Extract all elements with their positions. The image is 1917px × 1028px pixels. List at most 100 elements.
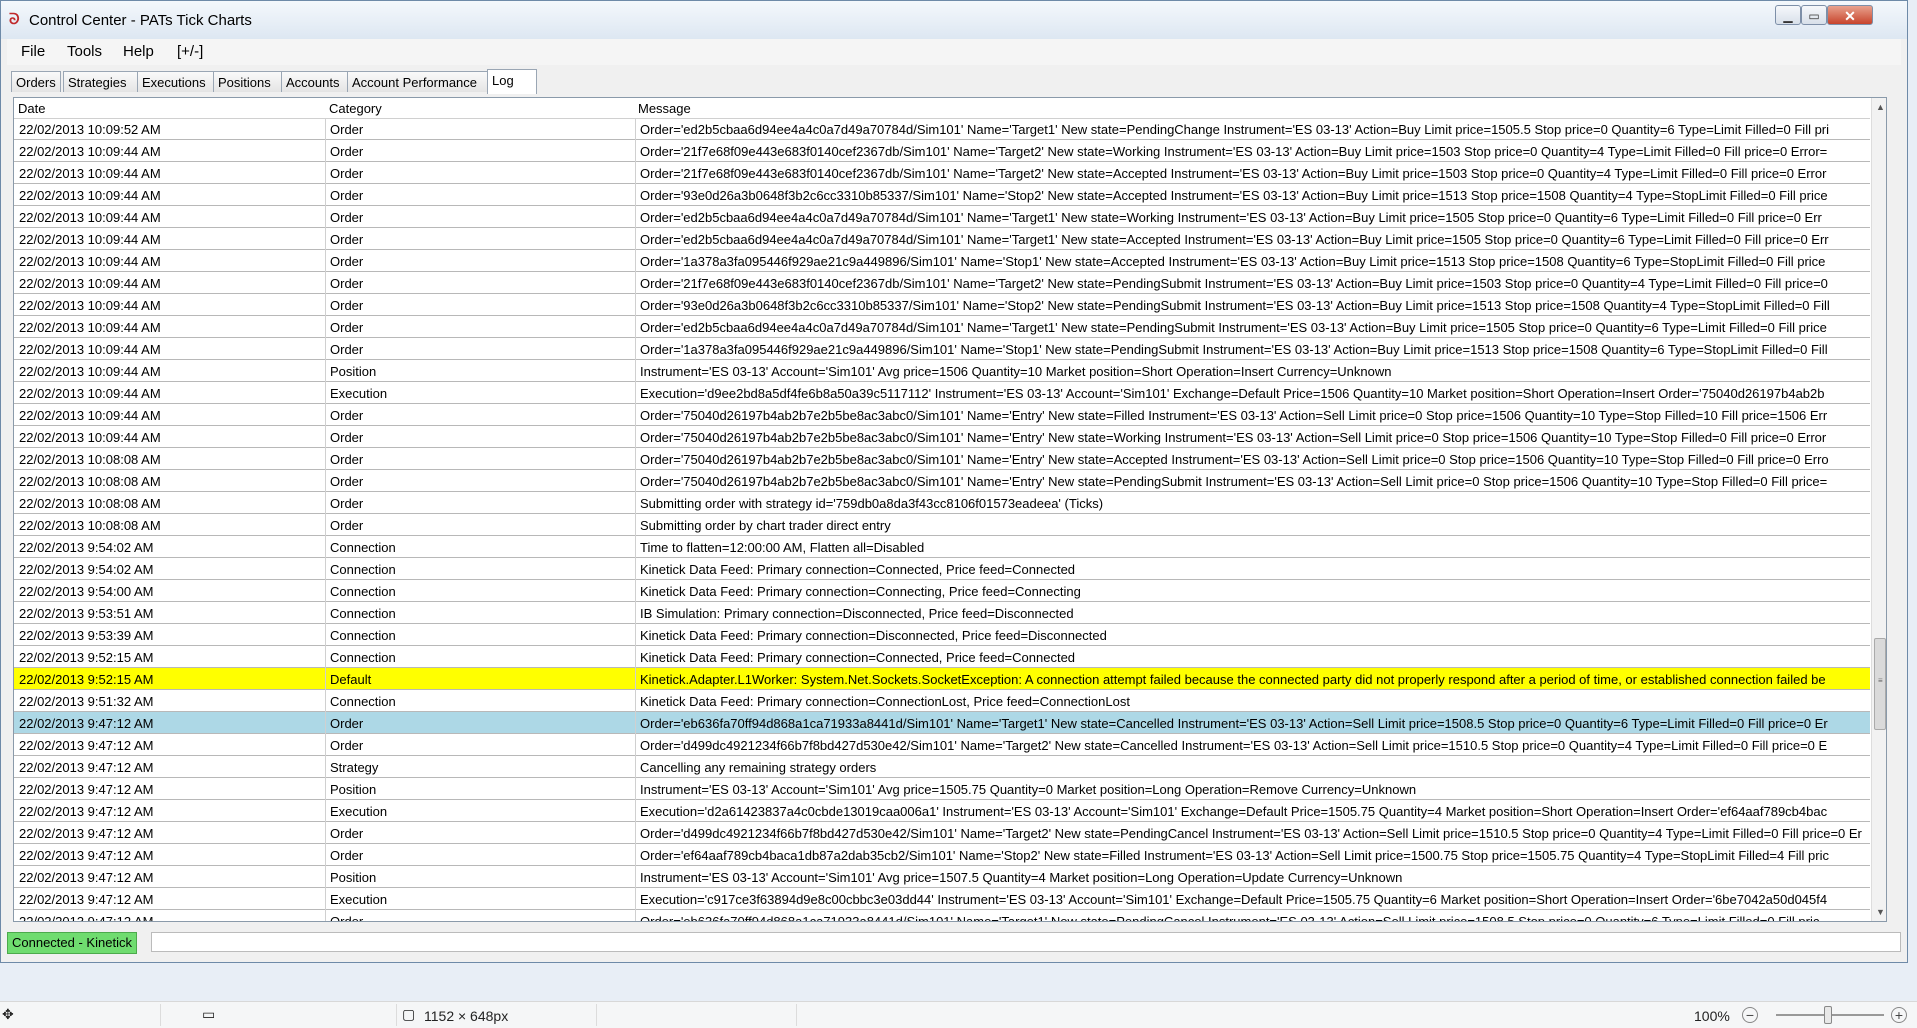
- menu-expand[interactable]: [+/-]: [177, 43, 203, 60]
- log-date: 22/02/2013 9:52:15 AM: [19, 672, 154, 687]
- log-row[interactable]: 22/02/2013 9:54:00 AM Connection Kinetick …: [14, 580, 1870, 602]
- menu-file[interactable]: File: [21, 43, 45, 60]
- log-date: 22/02/2013 9:54:02 AM: [19, 562, 154, 577]
- scroll-up-icon[interactable]: ▲: [1876, 102, 1885, 112]
- log-row[interactable]: 22/02/2013 10:09:44 AM Order Order='93e0d2…: [14, 294, 1870, 316]
- log-date: 22/02/2013 10:09:44 AM: [19, 188, 161, 203]
- log-row[interactable]: 22/02/2013 10:09:44 AM Order Order='21f7e6…: [14, 162, 1870, 184]
- log-category: Strategy: [330, 760, 379, 775]
- scroll-down-icon[interactable]: ▼: [1876, 907, 1885, 917]
- log-category: Execution: [330, 386, 388, 401]
- log-row[interactable]: 22/02/2013 9:47:12 AM Strategy Cancelling …: [14, 756, 1870, 778]
- column-header-date[interactable]: Date: [18, 101, 45, 116]
- log-row[interactable]: 22/02/2013 9:47:12 AM Order Order='eb636fa…: [14, 712, 1870, 734]
- log-row[interactable]: 22/02/2013 9:47:12 AM Execution Execution=…: [14, 800, 1870, 822]
- log-category: Execution: [330, 804, 388, 819]
- log-row[interactable]: 22/02/2013 9:47:12 AM Order Order='ef64aaf…: [14, 844, 1870, 866]
- log-row[interactable]: 22/02/2013 10:09:44 AM Order Order='21f7e6…: [14, 272, 1870, 294]
- log-row[interactable]: 22/02/2013 10:09:44 AM Order Order='ed2b5c…: [14, 206, 1870, 228]
- log-row[interactable]: 22/02/2013 9:47:12 AM Order Order='d499dc4…: [14, 734, 1870, 756]
- log-date: 22/02/2013 10:09:44 AM: [19, 144, 161, 159]
- log-category: Order: [330, 474, 364, 489]
- log-row[interactable]: 22/02/2013 10:09:44 AM Position Instrument…: [14, 360, 1870, 382]
- log-message: Order='75040d26197b4ab2b7e2b5be8ac3abc0/…: [640, 452, 1829, 467]
- log-category: Order: [330, 342, 364, 357]
- log-row[interactable]: 22/02/2013 9:47:12 AM Order Order='eb636fa…: [14, 910, 1870, 921]
- log-row[interactable]: 22/02/2013 9:53:51 AM Connection IB Simula…: [14, 602, 1870, 624]
- log-row[interactable]: 22/02/2013 9:47:12 AM Position Instrument=…: [14, 778, 1870, 800]
- maximize-button[interactable]: ▭: [1801, 5, 1827, 25]
- minimize-button[interactable]: ▁: [1775, 5, 1801, 25]
- log-date: 22/02/2013 10:08:08 AM: [19, 474, 161, 489]
- log-row[interactable]: 22/02/2013 10:09:44 AM Order Order='75040d…: [14, 426, 1870, 448]
- log-message: Execution='d2a61423837a4c0cbde13019caa00…: [640, 804, 1828, 819]
- title-bar[interactable]: ᘐ Control Center - PATs Tick Charts ▁ ▭ …: [1, 1, 1907, 39]
- zoom-in-icon[interactable]: +: [1891, 1007, 1907, 1023]
- log-date: 22/02/2013 10:08:08 AM: [19, 518, 161, 533]
- log-row[interactable]: 22/02/2013 10:09:44 AM Order Order='75040d…: [14, 404, 1870, 426]
- log-date: 22/02/2013 10:09:44 AM: [19, 364, 161, 379]
- zoom-slider-thumb[interactable]: [1824, 1006, 1832, 1024]
- log-row[interactable]: 22/02/2013 9:54:02 AM Connection Time to f…: [14, 536, 1870, 558]
- log-date: 22/02/2013 9:53:39 AM: [19, 628, 154, 643]
- log-category: Order: [330, 430, 364, 445]
- tab-accounts[interactable]: Accounts: [281, 71, 349, 92]
- log-row[interactable]: 22/02/2013 10:09:52 AM Order Order='ed2b5c…: [14, 118, 1870, 140]
- log-category: Order: [330, 496, 364, 511]
- log-row[interactable]: 22/02/2013 10:08:08 AM Order Submitting or…: [14, 514, 1870, 536]
- tab-strategies[interactable]: Strategies: [63, 71, 145, 92]
- log-message: Order='21f7e68f09e443e683f0140cef2367db/…: [640, 166, 1827, 181]
- log-row[interactable]: 22/02/2013 10:09:44 AM Order Order='1a378a…: [14, 250, 1870, 272]
- log-row[interactable]: 22/02/2013 10:09:44 AM Order Order='1a378a…: [14, 338, 1870, 360]
- log-row[interactable]: 22/02/2013 9:53:39 AM Connection Kinetick …: [14, 624, 1870, 646]
- tab-executions[interactable]: Executions: [137, 71, 223, 92]
- log-row[interactable]: 22/02/2013 10:08:08 AM Order Order='75040d…: [14, 470, 1870, 492]
- log-message: Order='1a378a3fa095446f929ae21c9a449896/…: [640, 342, 1828, 357]
- log-message: Order='93e0d26a3b0648f3b2c6cc3310b85337/…: [640, 188, 1828, 203]
- log-row[interactable]: 22/02/2013 10:08:08 AM Order Submitting or…: [14, 492, 1870, 514]
- log-date: 22/02/2013 9:47:12 AM: [19, 848, 154, 863]
- connection-status: Connected - Kinetick: [7, 932, 137, 954]
- log-category: Order: [330, 716, 364, 731]
- log-row[interactable]: 22/02/2013 10:09:44 AM Execution Execution…: [14, 382, 1870, 404]
- log-row[interactable]: 22/02/2013 10:09:44 AM Order Order='ed2b5c…: [14, 228, 1870, 250]
- log-row[interactable]: 22/02/2013 10:09:44 AM Order Order='ed2b5c…: [14, 316, 1870, 338]
- log-row[interactable]: 22/02/2013 9:54:02 AM Connection Kinetick …: [14, 558, 1870, 580]
- log-message: Kinetick Data Feed: Primary connection=D…: [640, 628, 1107, 643]
- grip-icon: ≡: [1878, 676, 1883, 685]
- log-row[interactable]: 22/02/2013 9:52:15 AM Default Kinetick.Ada…: [14, 668, 1870, 690]
- log-date: 22/02/2013 9:47:12 AM: [19, 738, 154, 753]
- log-date: 22/02/2013 10:09:44 AM: [19, 386, 161, 401]
- log-message: Order='75040d26197b4ab2b7e2b5be8ac3abc0/…: [640, 474, 1828, 489]
- column-header-category[interactable]: Category: [329, 101, 382, 116]
- image-size-icon: ▢: [402, 1006, 416, 1022]
- tab-orders[interactable]: Orders: [11, 71, 61, 92]
- log-row[interactable]: 22/02/2013 10:08:08 AM Order Order='75040d…: [14, 448, 1870, 470]
- tab-log[interactable]: Log: [487, 69, 537, 94]
- zoom-out-icon[interactable]: −: [1742, 1007, 1758, 1023]
- log-message: Time to flatten=12:00:00 AM, Flatten all…: [640, 540, 925, 555]
- log-row[interactable]: 22/02/2013 10:09:44 AM Order Order='93e0d2…: [14, 184, 1870, 206]
- log-row[interactable]: 22/02/2013 10:09:44 AM Order Order='21f7e6…: [14, 140, 1870, 162]
- menu-help[interactable]: Help: [123, 43, 154, 60]
- log-row[interactable]: 22/02/2013 9:47:12 AM Position Instrument=…: [14, 866, 1870, 888]
- log-row[interactable]: 22/02/2013 9:47:12 AM Order Order='d499dc4…: [14, 822, 1870, 844]
- vertical-scrollbar[interactable]: ▲ ≡ ▼: [1871, 98, 1886, 921]
- log-message: Cancelling any remaining strategy orders: [640, 760, 877, 775]
- log-category: Order: [330, 122, 364, 137]
- column-header-message[interactable]: Message: [638, 101, 691, 116]
- tab-positions[interactable]: Positions: [213, 71, 283, 92]
- log-category: Order: [330, 232, 364, 247]
- log-message: Order='d499dc4921234f66b7f8bd427d530e42/…: [640, 738, 1828, 753]
- scroll-thumb[interactable]: ≡: [1874, 638, 1886, 730]
- log-header: Date Category Message: [14, 98, 1870, 119]
- log-message: IB Simulation: Primary connection=Discon…: [640, 606, 1074, 621]
- tab-account-performance[interactable]: Account Performance: [347, 71, 497, 92]
- log-message: Kinetick Data Feed: Primary connection=C…: [640, 650, 1076, 665]
- close-button[interactable]: ✕: [1827, 5, 1873, 25]
- log-row[interactable]: 22/02/2013 9:51:32 AM Connection Kinetick …: [14, 690, 1870, 712]
- log-row[interactable]: 22/02/2013 9:47:12 AM Execution Execution=…: [14, 888, 1870, 910]
- log-category: Connection: [330, 628, 396, 643]
- menu-tools[interactable]: Tools: [67, 43, 102, 60]
- log-row[interactable]: 22/02/2013 9:52:15 AM Connection Kinetick …: [14, 646, 1870, 668]
